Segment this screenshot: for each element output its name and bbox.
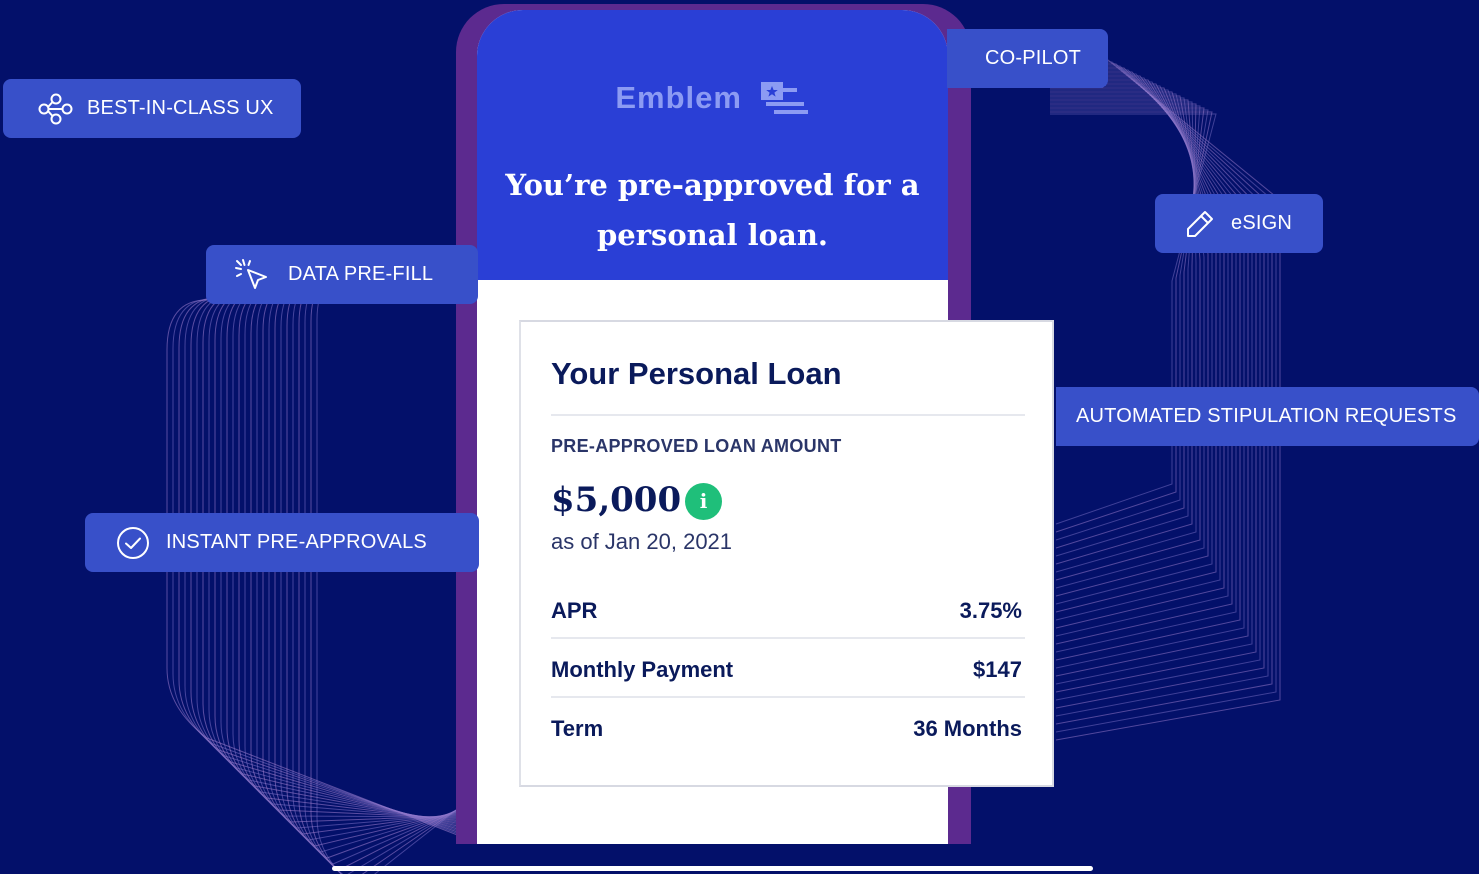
cursor-click-icon	[234, 258, 270, 292]
feature-chip-data-pre-fill: DATA PRE-FILL	[206, 245, 478, 304]
check-circle-icon	[116, 526, 150, 560]
decorative-line	[1050, 99, 1201, 581]
feature-label: INSTANT PRE-APPROVALS	[166, 531, 427, 553]
decorative-line	[1050, 73, 1253, 685]
brand-logo: Emblem	[477, 80, 948, 120]
feature-chip-automated-stipulation-requests: AUTOMATED STIPULATION REQUESTS	[1056, 387, 1479, 446]
feature-label: CO-PILOT	[985, 47, 1082, 69]
hero-line-1: You’re pre-approved for a	[505, 168, 920, 202]
feature-chip-esign: eSIGN	[1155, 194, 1323, 253]
decorative-line	[1050, 97, 1205, 589]
home-indicator	[332, 866, 1093, 871]
decorative-line	[1050, 107, 1205, 549]
card-title: Your Personal Loan	[551, 356, 842, 391]
feature-chip-best-in-class-ux: BEST-IN-CLASS UX	[3, 79, 301, 138]
share-network-icon	[37, 93, 73, 125]
phone-header: Emblem You’re pre-approved for a persona…	[477, 10, 948, 280]
info-icon[interactable]: i	[685, 483, 722, 520]
feature-chip-instant-pre-approvals: INSTANT PRE-APPROVALS	[85, 513, 479, 572]
brand-name: Emblem	[615, 80, 742, 116]
decorative-line	[316, 269, 479, 874]
feature-label: AUTOMATED STIPULATION REQUESTS	[1076, 405, 1457, 427]
term-value: 36 Months	[913, 716, 1022, 741]
decorative-line	[1050, 113, 1217, 525]
feature-label: eSIGN	[1231, 212, 1293, 234]
personal-loan-card: Your Personal Loan PRE-APPROVED LOAN AMO…	[519, 320, 1054, 787]
hero-headline: You’re pre-approved for a personal loan.	[497, 160, 928, 260]
as-of-date: as of Jan 20, 2021	[551, 529, 733, 554]
divider	[551, 414, 1025, 416]
decorative-line	[1050, 71, 1257, 693]
apr-value: 3.75%	[959, 598, 1022, 623]
loan-amount: $5,000	[551, 480, 682, 520]
monthly-payment-value: $147	[973, 657, 1022, 682]
decorative-line	[1050, 77, 1245, 669]
apr-label: APR	[551, 598, 598, 623]
pencil-icon	[1185, 209, 1215, 239]
feature-label: DATA PRE-FILL	[288, 263, 434, 285]
divider	[551, 637, 1025, 639]
decorative-line	[1050, 75, 1249, 677]
hero-line-2: personal loan.	[597, 218, 828, 252]
decorative-line	[304, 271, 479, 874]
amount-label: PRE-APPROVED LOAN AMOUNT	[551, 436, 842, 456]
decorative-line	[1050, 103, 1197, 565]
feature-chip-co-pilot: CO-PILOT	[947, 29, 1108, 88]
divider	[551, 696, 1025, 698]
flag-icon	[760, 82, 808, 114]
term-label: Term	[551, 716, 604, 741]
decorative-line	[1050, 105, 1201, 557]
monthly-payment-label: Monthly Payment	[551, 657, 734, 682]
decorative-line	[310, 270, 479, 874]
feature-label: BEST-IN-CLASS UX	[87, 97, 274, 119]
